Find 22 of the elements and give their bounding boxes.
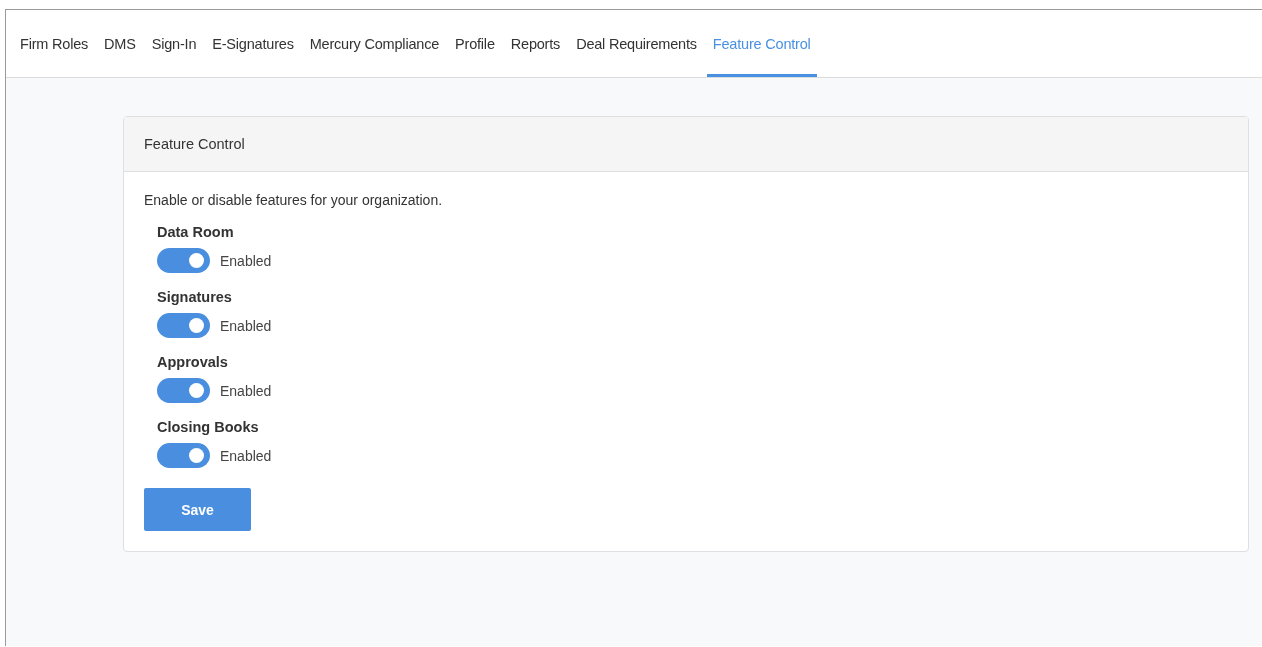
feature-label: Data Room — [157, 224, 235, 240]
tab[interactable]: Sign-In — [145, 10, 203, 77]
tab[interactable]: Profile — [449, 10, 501, 77]
toggle-status: Enabled — [220, 317, 272, 334]
toggle-status: Enabled — [220, 447, 272, 464]
description-text: Enable or disable features for your organization. — [144, 192, 444, 208]
tab[interactable]: DMS — [98, 10, 142, 77]
toggle-switch[interactable] — [157, 443, 210, 468]
tab[interactable]: Firm Roles — [14, 10, 95, 77]
tab[interactable]: Deal Requirements — [570, 10, 703, 77]
tab[interactable]: Mercury Compliance — [303, 10, 446, 77]
toggle-switch[interactable] — [157, 378, 210, 403]
feature-label: Approvals — [157, 354, 229, 370]
toggle-status: Enabled — [220, 252, 272, 269]
feature-label: Signatures — [157, 289, 233, 305]
toggle-switch[interactable] — [157, 313, 210, 338]
card-title: Feature Control — [144, 136, 245, 152]
tab[interactable]: E-Signatures — [206, 10, 300, 77]
toggle-status: Enabled — [220, 382, 272, 399]
tab[interactable]: Reports — [504, 10, 567, 77]
feature-label: Closing Books — [157, 419, 260, 435]
toggle-switch[interactable] — [157, 248, 210, 273]
